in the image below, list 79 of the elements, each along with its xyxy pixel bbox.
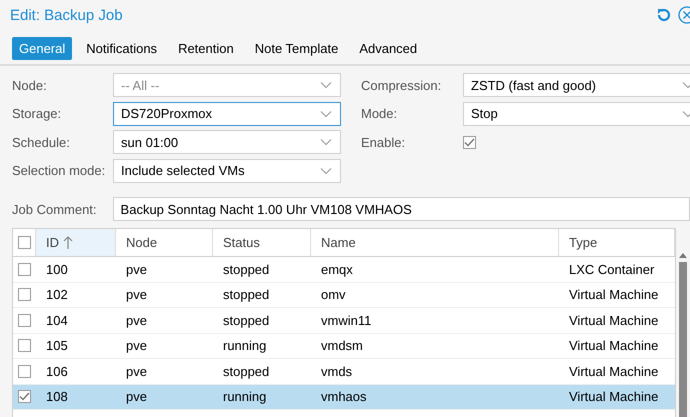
table-cell-text: vmhaos <box>320 389 368 404</box>
field-label: Schedule: <box>11 134 71 150</box>
table-cell-text: pve <box>125 364 148 379</box>
dropdown-field[interactable]: -- All -- <box>113 73 341 98</box>
table-row[interactable]: 104 pve stopped vmwin11 Virtual Machine <box>13 308 676 334</box>
table-row[interactable]: 102 pve stopped omv Virtual Machine <box>13 282 676 308</box>
tab[interactable]: Notifications <box>79 37 164 60</box>
chevron-down-icon[interactable] <box>682 81 690 90</box>
tab[interactable]: Advanced <box>352 37 424 60</box>
table-cell-text: Virtual Machine <box>568 364 660 379</box>
tab[interactable]: General <box>12 37 72 60</box>
field-label: Selection mode: <box>11 163 106 178</box>
table-cell-text: 102 <box>45 287 69 302</box>
chevron-down-icon[interactable] <box>682 110 690 118</box>
table-cell-text: stopped <box>222 287 270 302</box>
table-cell-text: pve <box>125 262 148 277</box>
table-cell-text: 108 <box>45 389 69 404</box>
table-cell-text: LXC Container <box>568 262 656 277</box>
comment-field[interactable]: Backup Sonntag Nacht 1.00 Uhr VM108 VMHAOS <box>112 197 690 221</box>
column-header[interactable]: Type <box>559 229 676 256</box>
tab[interactable]: Note Template <box>248 37 346 60</box>
table-cell-text: 106 <box>45 364 69 379</box>
column-header[interactable]: Status <box>213 229 311 256</box>
column-header[interactable]: ID <box>36 229 116 256</box>
field-label: Storage: <box>11 106 62 122</box>
dropdown-field[interactable]: Include selected VMs <box>113 158 341 183</box>
table-cell-text: Virtual Machine <box>568 312 660 328</box>
table-cell-text: pve <box>125 287 148 302</box>
table-cell-text: Virtual Machine <box>568 287 660 302</box>
dropdown-field[interactable]: ZSTD (fast and good) <box>463 73 690 98</box>
field-label: Node: <box>11 78 48 93</box>
field-label: Job Comment: <box>11 202 98 216</box>
column-header[interactable]: Name <box>311 229 559 256</box>
chevron-down-icon[interactable] <box>320 81 332 90</box>
column-header[interactable]: Node <box>116 229 213 256</box>
table-cell-text: Virtual Machine <box>568 338 660 354</box>
table-cell-text: running <box>222 338 268 354</box>
scroll-up-icon[interactable] <box>679 253 688 258</box>
row-checkbox[interactable] <box>18 364 31 378</box>
field-label: Enable: <box>360 134 406 150</box>
scrollbar-thumb[interactable] <box>679 262 688 417</box>
chevron-down-icon[interactable] <box>320 110 332 118</box>
table-row[interactable]: 108 pve running vmhaos Virtual Machine <box>13 384 676 410</box>
table-cell-text: omv <box>320 287 347 302</box>
table-cell-text: vmdsm <box>320 338 364 354</box>
table-cell-text: 104 <box>45 312 69 328</box>
table-cell-text: pve <box>125 338 148 354</box>
table-cell-text: running <box>222 389 268 404</box>
dropdown-field[interactable]: DS720Proxmox <box>113 102 341 126</box>
row-checkbox[interactable] <box>18 339 31 352</box>
table-cell-text: stopped <box>222 262 270 277</box>
select-all-checkbox[interactable] <box>18 236 30 249</box>
reset-icon[interactable] <box>656 7 672 23</box>
row-checkbox[interactable] <box>18 262 31 276</box>
row-checkbox[interactable] <box>18 390 31 404</box>
sort-arrow-icon <box>63 236 73 250</box>
row-checkbox[interactable] <box>18 314 31 327</box>
tab[interactable]: Retention <box>171 37 241 60</box>
enable-checkbox[interactable] <box>463 136 476 149</box>
dropdown-field[interactable]: Stop <box>463 102 690 126</box>
table-cell-text: vmwin11 <box>320 312 372 328</box>
field-label: Compression: <box>360 78 442 93</box>
table-cell-text: Virtual Machine <box>568 389 660 404</box>
table-cell-text: pve <box>125 389 148 404</box>
dropdown-field[interactable]: sun 01:00 <box>113 130 341 154</box>
window-title: Edit: Backup Job <box>10 6 124 24</box>
table-cell-text: vmds <box>320 364 354 379</box>
table-cell-text: 100 <box>45 262 69 277</box>
row-checkbox[interactable] <box>18 288 31 302</box>
field-label: Mode: <box>360 106 398 122</box>
table-row[interactable]: 105 pve running vmdsm Virtual Machine <box>13 334 676 359</box>
table-cell-text: pve <box>125 312 148 328</box>
chevron-down-icon[interactable] <box>320 138 332 146</box>
table-row[interactable]: 100 pve stopped emqx LXC Container <box>13 257 676 282</box>
table-cell-text: stopped <box>222 312 270 328</box>
table-cell-text: emqx <box>320 262 354 277</box>
table-cell-text: stopped <box>222 364 270 379</box>
chevron-down-icon[interactable] <box>320 166 332 175</box>
table-cell-text: 105 <box>45 338 69 354</box>
